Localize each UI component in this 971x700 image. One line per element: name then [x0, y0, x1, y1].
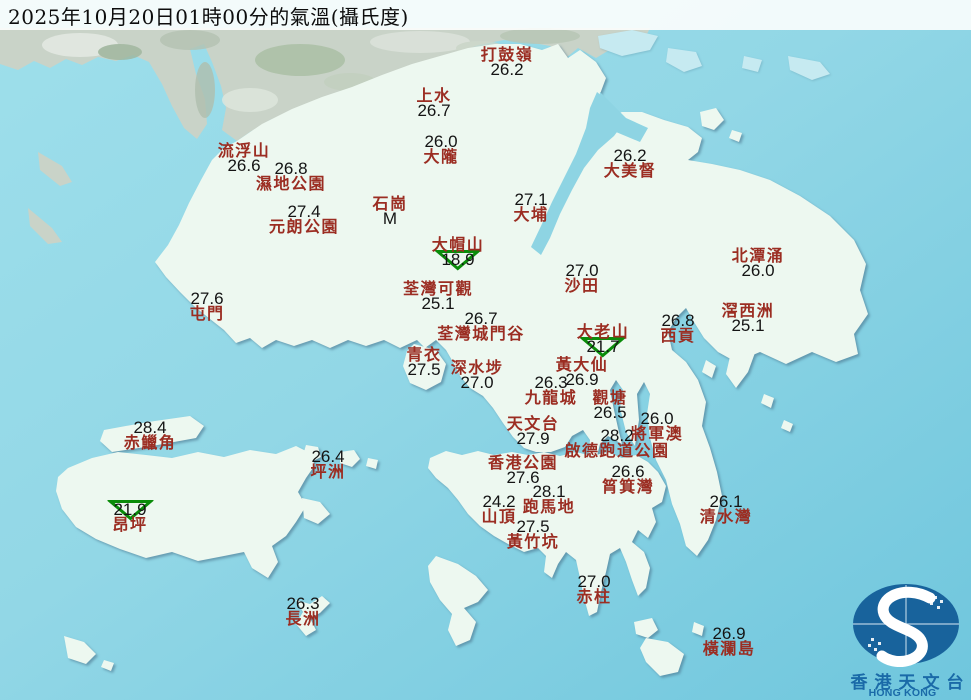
station-stanley: 27.0赤柱 [576, 574, 611, 604]
station-value: 18.9 [432, 252, 485, 267]
station-label: 西貢 [660, 328, 695, 343]
station-label: 濕地公園 [256, 176, 326, 191]
station-value: 28.2 [564, 428, 669, 443]
station-label: 大美督 [604, 163, 657, 178]
station-label: 啟德跑道公園 [564, 443, 669, 458]
station-wong-chuk-hang: 27.5黃竹坑 [507, 519, 560, 549]
station-label: 屯門 [189, 306, 224, 321]
station-wetland-park: 26.8濕地公園 [256, 161, 326, 191]
station-value: M [372, 211, 407, 226]
station-value: 25.1 [722, 318, 775, 333]
station-value: 28.1 [523, 484, 576, 499]
mountain-summit-marker-icon [107, 497, 153, 521]
mountain-summit-marker-icon [435, 247, 481, 271]
station-value: 26.0 [631, 411, 684, 426]
station-label: 荃灣城門谷 [437, 326, 525, 341]
station-observatory: 天文台27.9 [507, 416, 560, 446]
station-tai-mei-tuk: 26.2大美督 [604, 148, 657, 178]
station-value: 26.8 [256, 161, 326, 176]
station-value: 26.6 [602, 464, 655, 479]
station-peng-chau: 26.4坪洲 [310, 449, 345, 479]
station-value: 26.4 [310, 449, 345, 464]
station-value: 27.0 [564, 263, 599, 278]
station-label: 九龍城 [525, 390, 578, 405]
station-value: 25.1 [403, 296, 473, 311]
station-label: 長洲 [285, 611, 320, 626]
station-value: 26.9 [703, 626, 756, 641]
station-tsuen-wan-shing-mun-valley: 26.7荃灣城門谷 [437, 311, 525, 341]
station-tsing-yi: 青衣27.5 [406, 347, 441, 377]
station-value: 26.3 [285, 596, 320, 611]
station-yuen-long-park: 27.4元朗公園 [269, 204, 339, 234]
station-label: 赤鱲角 [124, 435, 177, 450]
station-value: 26.7 [416, 103, 451, 118]
station-value: 26.0 [732, 263, 785, 278]
station-tai-po: 27.1大埔 [513, 192, 548, 222]
station-kau-sai-chau: 滘西洲25.1 [722, 303, 775, 333]
station-tsuen-wan-ho-koon: 荃灣可觀25.1 [403, 281, 473, 311]
station-value: 27.0 [451, 375, 504, 390]
station-ngong-ping: 21.9昂坪 [112, 502, 147, 532]
station-tai-mo-shan: 大帽山18.9 [432, 237, 485, 267]
station-value: 26.1 [700, 494, 753, 509]
station-label: 坪洲 [310, 464, 345, 479]
station-value: 27.6 [189, 291, 224, 306]
station-label: 沙田 [564, 278, 599, 293]
station-tai-lung: 26.0大隴 [423, 134, 458, 164]
station-label: 筲箕灣 [602, 479, 655, 494]
station-sha-tin: 27.0沙田 [564, 263, 599, 293]
station-value: 21.9 [112, 502, 147, 517]
station-kwun-tong: 觀塘26.5 [592, 390, 627, 420]
station-ta-kwu-ling: 打鼓嶺26.2 [481, 47, 534, 77]
station-value: 27.1 [513, 192, 548, 207]
station-value: 21.7 [577, 339, 630, 354]
station-label: 昂坪 [112, 517, 147, 532]
station-label: 大隴 [423, 149, 458, 164]
station-value: 26.0 [423, 134, 458, 149]
station-kai-tak-runway-park: 28.2啟德跑道公園 [564, 428, 669, 458]
station-cheung-chau: 26.3長洲 [285, 596, 320, 626]
station-value: 24.2 [481, 494, 516, 509]
station-value: 27.9 [507, 431, 560, 446]
station-label: 大埔 [513, 207, 548, 222]
stations-layer: 打鼓嶺26.2上水26.726.0大隴26.2大美督流浮山26.626.8濕地公… [0, 0, 971, 700]
station-value: 27.5 [406, 362, 441, 377]
station-sai-kung: 26.8西貢 [660, 313, 695, 343]
station-chek-lap-kok: 28.4赤鱲角 [124, 420, 177, 450]
station-label: 元朗公園 [269, 219, 339, 234]
station-label: 跑馬地 [523, 499, 576, 514]
station-sham-shui-po: 深水埗27.0 [451, 360, 504, 390]
station-value: 28.4 [124, 420, 177, 435]
station-tates-cairn: 大老山21.7 [577, 324, 630, 354]
station-label: 清水灣 [700, 509, 753, 524]
station-hong-kong-park: 香港公園27.6 [488, 455, 558, 485]
station-value: 26.8 [660, 313, 695, 328]
station-label: 橫瀾島 [703, 641, 756, 656]
station-pak-tam-chung: 北潭涌26.0 [732, 248, 785, 278]
station-happy-valley: 28.1跑馬地 [523, 484, 576, 514]
hko-logo-name-en: HONG KONG OBSERVATORY [830, 687, 971, 700]
map-title: 2025年10月20日01時00分的氣溫(攝氏度) [0, 1, 409, 30]
station-shau-kei-wan: 26.6筲箕灣 [602, 464, 655, 494]
temperature-map-screen: 打鼓嶺26.2上水26.726.0大隴26.2大美督流浮山26.626.8濕地公… [0, 0, 971, 700]
title-bar: 2025年10月20日01時00分的氣溫(攝氏度) [0, 0, 971, 30]
station-value: 26.5 [592, 405, 627, 420]
station-value: 27.4 [269, 204, 339, 219]
station-value: 27.0 [576, 574, 611, 589]
station-value: 26.2 [481, 62, 534, 77]
station-clear-water-bay: 26.1清水灣 [700, 494, 753, 524]
station-sheung-shui: 上水26.7 [416, 88, 451, 118]
station-kowloon-city: 26.3九龍城 [525, 375, 578, 405]
station-waglan-island: 26.9橫瀾島 [703, 626, 756, 656]
station-label: 赤柱 [576, 589, 611, 604]
station-value: 26.2 [604, 148, 657, 163]
station-shek-kong: 石崗M [372, 196, 407, 226]
station-value: 26.7 [437, 311, 525, 326]
station-value: 26.3 [525, 375, 578, 390]
station-tuen-mun: 27.6屯門 [189, 291, 224, 321]
station-label: 黃竹坑 [507, 534, 560, 549]
station-value: 27.5 [507, 519, 560, 534]
